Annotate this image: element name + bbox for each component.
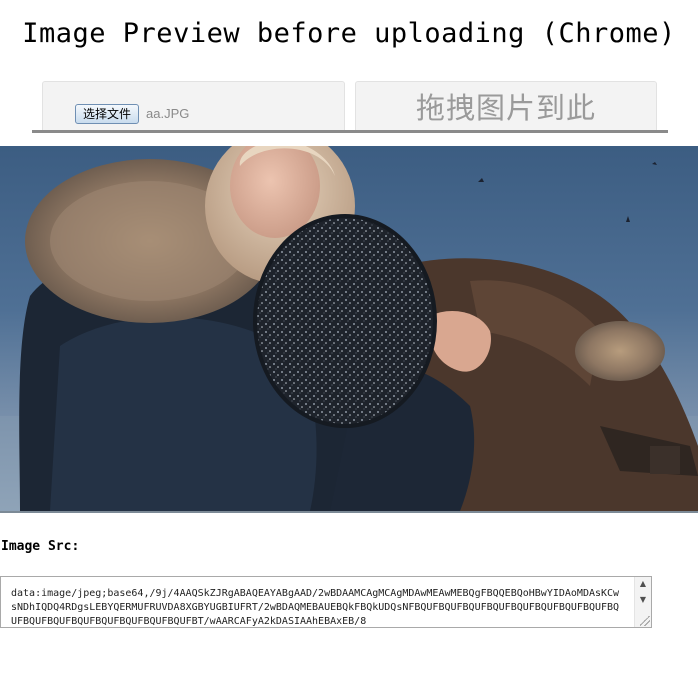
upload-area: 选择文件 aa.JPG 拖拽图片到此 [32, 80, 668, 133]
selected-file-name: aa.JPG [146, 106, 190, 121]
choose-file-button[interactable]: 选择文件 [75, 104, 140, 124]
resize-handle-icon[interactable] [640, 616, 650, 626]
image-preview [0, 146, 698, 513]
image-src-value: data:image/jpeg;base64,/9j/4AAQSkZJRgABA… [11, 588, 620, 627]
upload-divider [32, 130, 668, 133]
preview-photo [0, 146, 698, 511]
image-src-label: Image Src: [1, 539, 80, 554]
page-title: Image Preview before uploading (Chrome) [22, 18, 676, 49]
file-select-panel: 选择文件 aa.JPG [42, 81, 345, 130]
drop-zone-label: 拖拽图片到此 [415, 91, 596, 125]
scroll-up-icon[interactable]: ▲ [635, 577, 651, 591]
image-src-textarea[interactable]: data:image/jpeg;base64,/9j/4AAQSkZJRgABA… [0, 576, 652, 628]
drop-zone[interactable]: 拖拽图片到此 [355, 81, 657, 130]
scroll-down-icon[interactable]: ▼ [635, 593, 651, 607]
